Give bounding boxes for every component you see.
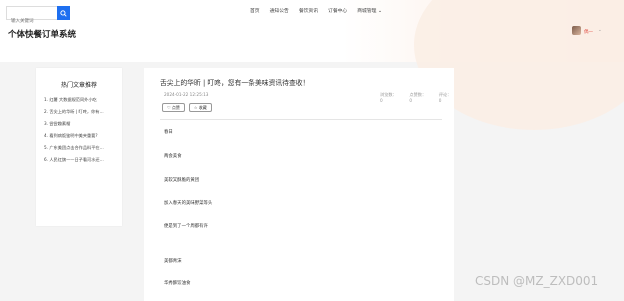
likes-value: 0 xyxy=(409,98,413,103)
views-stat: 浏览数：0 xyxy=(380,92,399,103)
likes-stat: 点赞数：0 xyxy=(409,92,428,103)
article-paragraph: 两会美食 xyxy=(164,154,182,159)
nav-item-mall-manage[interactable]: 商城管理 ⌄ xyxy=(357,7,382,14)
list-item[interactable]: 1. 红薯 大数据规范同外小吃 xyxy=(44,97,118,109)
search-button[interactable] xyxy=(57,6,70,20)
views-value: 0 xyxy=(380,98,383,103)
nav-item-home[interactable]: 首页 xyxy=(250,7,260,14)
search-icon xyxy=(60,9,67,17)
nav-item-news[interactable]: 餐饮资讯 xyxy=(299,7,318,14)
comments-value: 0 xyxy=(438,98,442,103)
article-title: 舌尖上的华昕 | 叮咚，您有一条美味资讯待查收！ xyxy=(160,79,310,87)
chevron-down-icon[interactable]: ⌄ xyxy=(598,28,602,33)
article-paragraph: 华秀酥饺油食 xyxy=(164,281,191,286)
article-stats: 浏览数：0 点赞数：0 评论：0 xyxy=(380,92,454,103)
list-item[interactable]: 3. 尝尝趣素榴 xyxy=(44,121,118,133)
views-label: 浏览数： xyxy=(380,92,397,97)
top-nav: 首页 通知公告 餐饮资讯 订餐中心 商城管理 ⌄ xyxy=(250,7,382,14)
nav-item-label: 商城管理 xyxy=(357,9,377,14)
divider xyxy=(160,119,442,120)
article-paragraph: 便是到了一个周都有许 xyxy=(164,224,208,229)
site-title: 个体快餐订单系统 xyxy=(8,30,77,40)
article-paragraph: 春日 xyxy=(164,130,173,135)
comments-label: 评论： xyxy=(438,92,452,97)
hot-articles-panel: 热门文章推荐 1. 红薯 大数据规范同外小吃 2. 舌尖上的华昕 | 叮咚，你有… xyxy=(36,68,122,226)
article-paragraph: 加入春天的美味野菜等头 xyxy=(164,201,213,206)
article-panel: 舌尖上的华昕 | 叮咚，您有一条美味资讯待查收！ 2024-01-22 12:2… xyxy=(144,68,454,301)
likes-label: 点赞数： xyxy=(409,92,427,97)
list-item[interactable]: 2. 舌尖上的华昕 | 叮咚，你有… xyxy=(44,109,118,121)
list-item[interactable]: 5. 广东美团点击合作品料平在… xyxy=(44,145,118,157)
hot-articles-list: 1. 红薯 大数据规范同外小吃 2. 舌尖上的华昕 | 叮咚，你有… 3. 尝尝… xyxy=(44,97,118,169)
article-date: 2024-01-22 12:25:13 xyxy=(164,92,209,97)
watermark: CSDN @MZ_ZXD001 xyxy=(475,274,599,288)
article-paragraph: 美软又酥脆的黄团 xyxy=(164,178,200,183)
avatar[interactable] xyxy=(572,26,581,35)
article-actions: ♡ 点赞 ☆ 收藏 xyxy=(162,103,212,112)
comments-stat: 评论：0 xyxy=(439,92,454,103)
hot-articles-title: 热门文章推荐 xyxy=(60,82,97,89)
nav-item-order-center[interactable]: 订餐中心 xyxy=(328,7,347,14)
chevron-down-icon: ⌄ xyxy=(377,9,382,14)
username[interactable]: 偶一 xyxy=(584,29,593,35)
list-item[interactable]: 4. 看到病饭鉴明中美夹重要? xyxy=(44,133,118,145)
like-button[interactable]: ♡ 点赞 xyxy=(162,103,185,112)
collect-button[interactable]: ☆ 收藏 xyxy=(188,103,212,112)
list-item[interactable]: 6. 人民红旗——日子看河水还… xyxy=(44,157,118,169)
nav-item-notices[interactable]: 通知公告 xyxy=(270,7,289,14)
article-paragraph: 美都青沫 xyxy=(164,259,182,264)
